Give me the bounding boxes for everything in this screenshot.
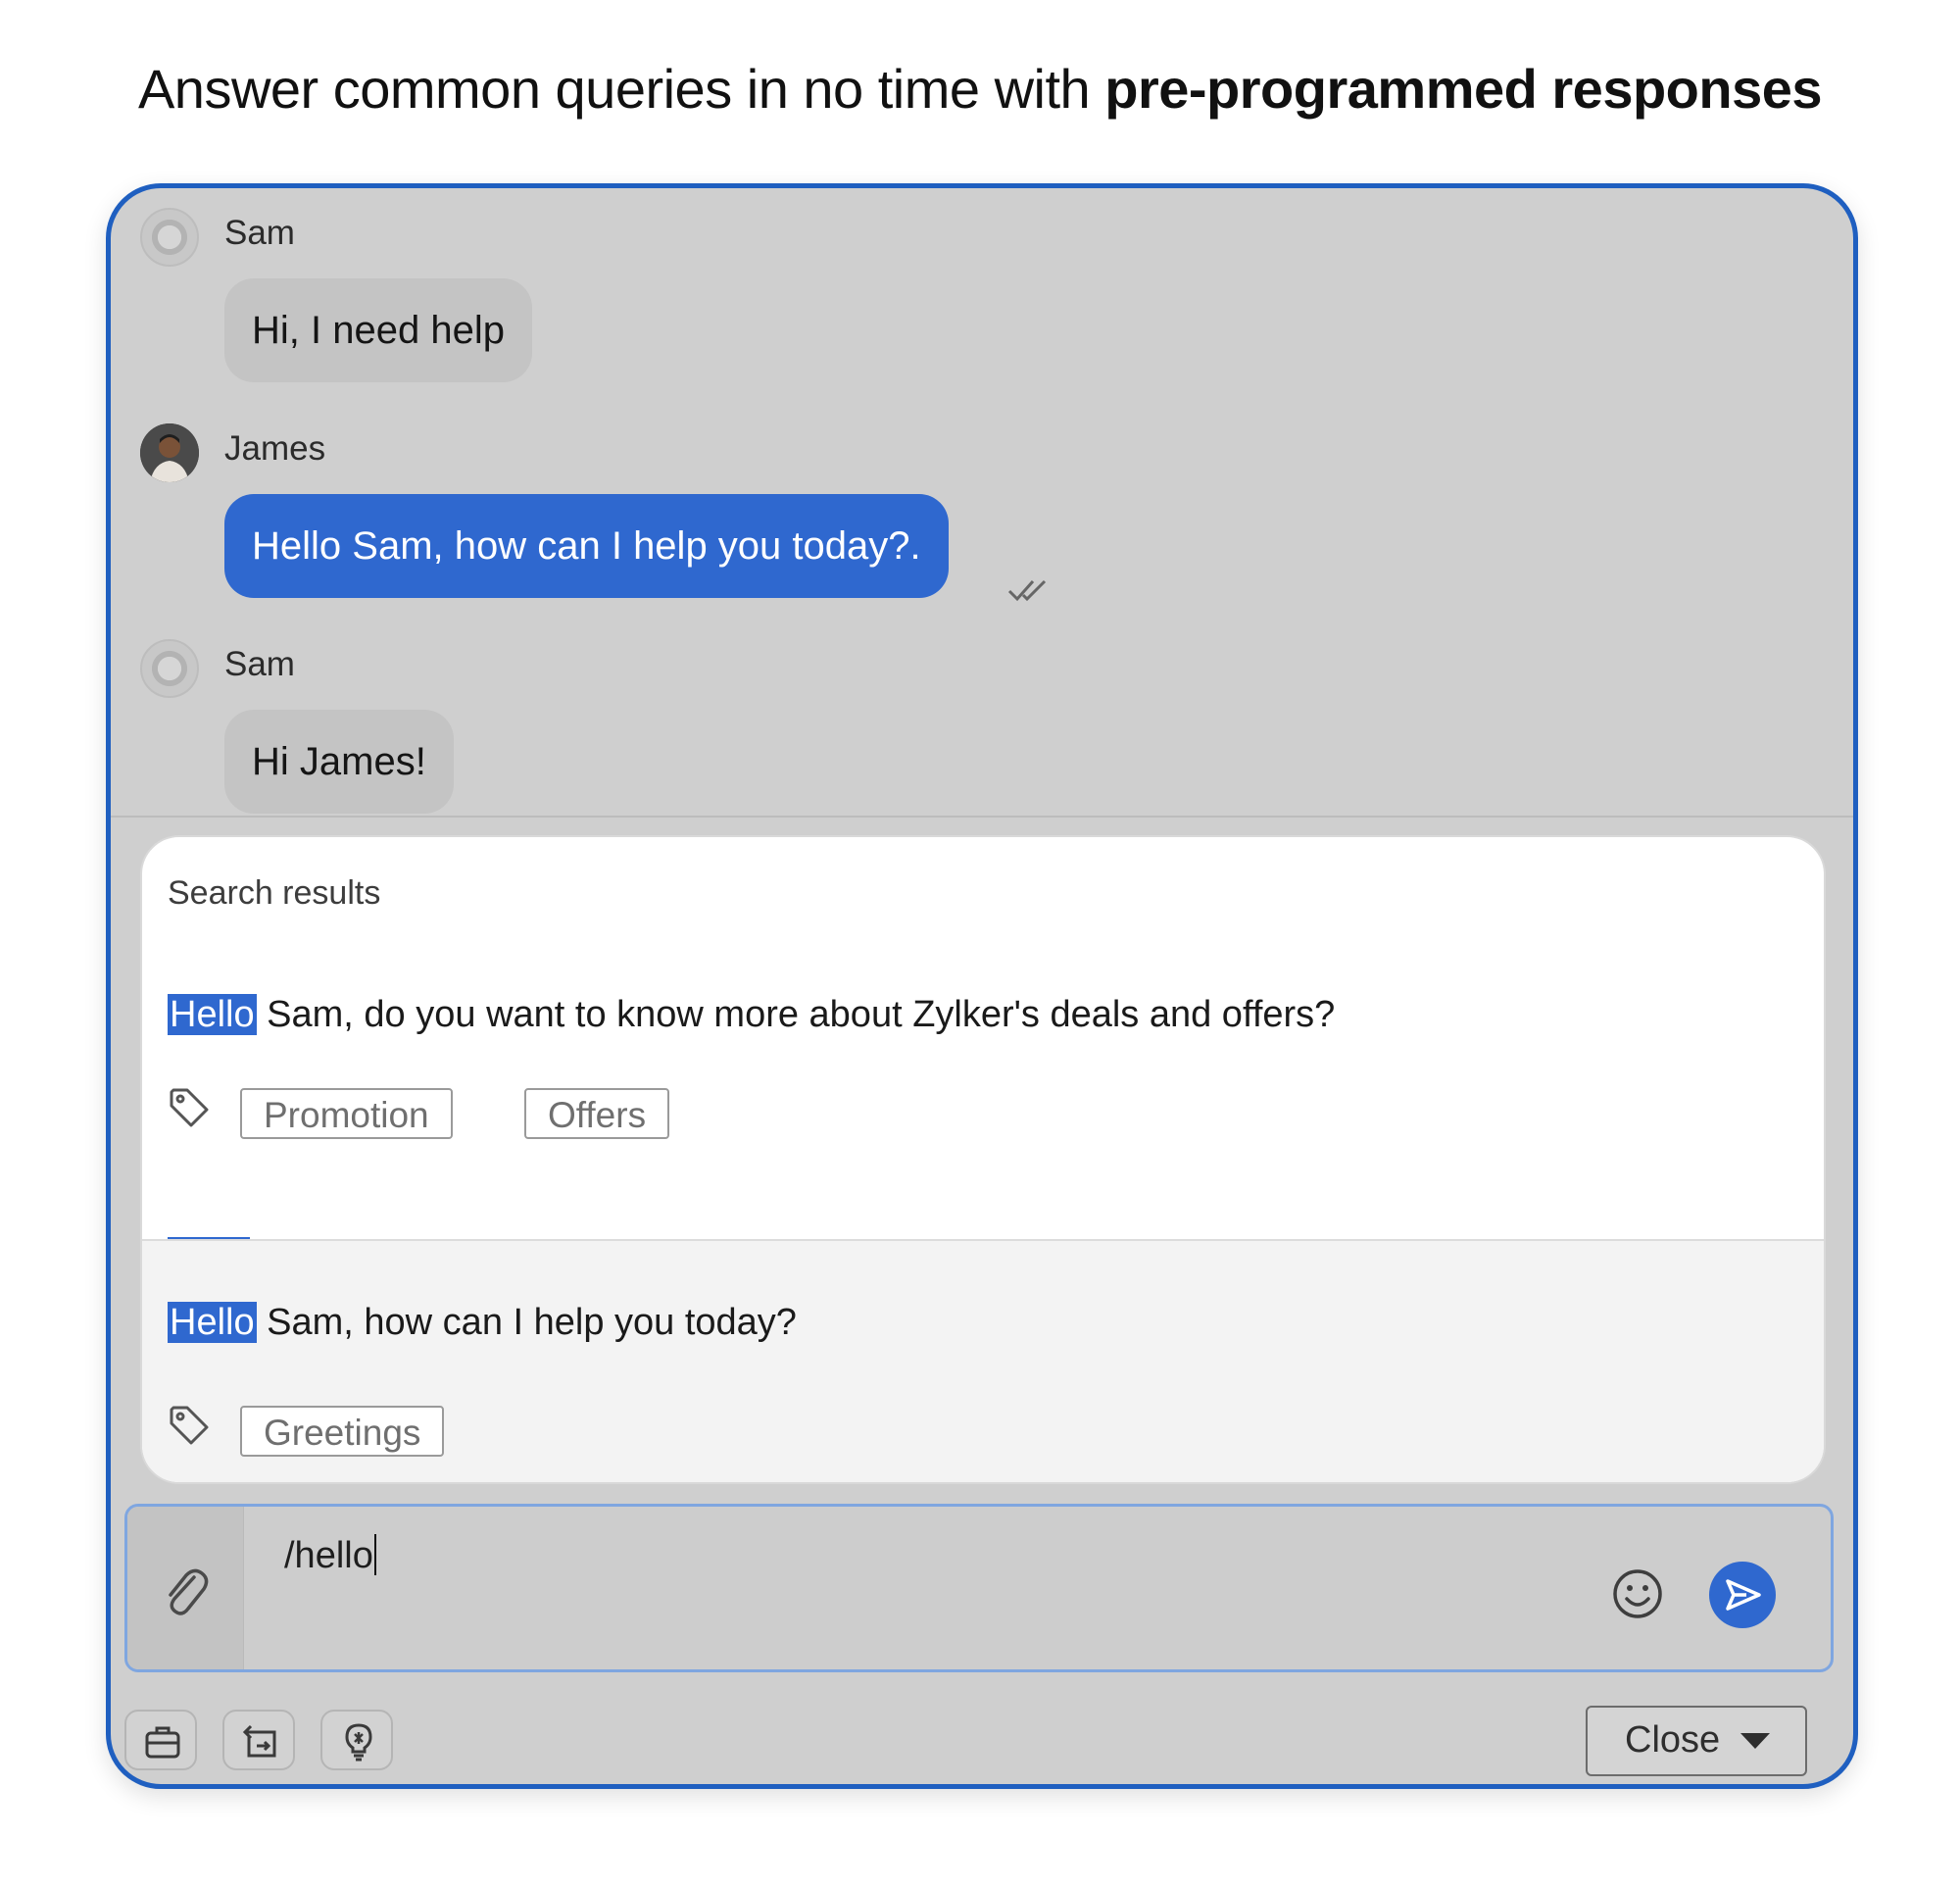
result-rest: Sam, how can I help you today? [256, 1302, 797, 1343]
transfer-icon [242, 1724, 276, 1758]
sender-name: Sam [224, 214, 295, 252]
send-icon [1726, 1579, 1761, 1611]
result-text: Hello Sam, do you want to know more abou… [168, 994, 1335, 1036]
close-label: Close [1625, 1719, 1721, 1761]
briefcase-icon [145, 1726, 180, 1759]
result-text: Hello Sam, how can I help you today? [168, 1302, 797, 1344]
send-button[interactable] [1709, 1562, 1776, 1628]
search-results-panel: Search results Hello Sam, do you want to… [140, 835, 1826, 1484]
transfer-button[interactable] [222, 1710, 295, 1770]
divider [111, 816, 1853, 818]
tag-icon [170, 1406, 209, 1445]
chevron-down-icon [1740, 1733, 1770, 1749]
message-composer: /hello [124, 1504, 1834, 1672]
message-bubble: Hi James! [224, 710, 454, 814]
sender-name: Sam [224, 645, 295, 683]
message-input[interactable]: /hello [284, 1534, 376, 1577]
paperclip-icon [169, 1568, 209, 1615]
attach-button[interactable] [127, 1507, 244, 1669]
search-result-item[interactable]: Hello Sam, do you want to know more abou… [142, 994, 1824, 1239]
double-check-icon [1007, 579, 1047, 602]
text-caret [373, 1534, 376, 1575]
headline-strong: pre-programmed responses [1104, 58, 1823, 120]
emoji-icon[interactable] [1611, 1567, 1664, 1620]
close-dropdown-button[interactable]: Close [1586, 1706, 1807, 1776]
match-highlight: Hello [168, 1302, 257, 1343]
suggestions-button[interactable] [320, 1710, 393, 1770]
result-rest: Sam, do you want to know more about Zylk… [256, 994, 1336, 1035]
sender-name: James [224, 429, 326, 468]
tag-promotion[interactable]: Promotion [240, 1088, 453, 1139]
avatar [140, 423, 199, 482]
tag-icon [170, 1088, 209, 1127]
message-bubble: Hi, I need help [224, 278, 532, 382]
message-bubble: Hello Sam, how can I help you today?. [224, 494, 949, 598]
page-headline: Answer common queries in no time with pr… [0, 57, 1960, 121]
chat-transcript: Sam Hi, I need help James Hello Sam, how… [111, 188, 1853, 816]
avatar [140, 639, 199, 698]
search-results-title: Search results [168, 874, 381, 912]
lightbulb-icon [345, 1723, 372, 1762]
tag-greetings[interactable]: Greetings [240, 1406, 445, 1457]
avatar [140, 208, 199, 267]
tag-offers[interactable]: Offers [524, 1088, 670, 1139]
chat-window: Sam Hi, I need help James Hello Sam, how… [106, 183, 1858, 1789]
search-result-item[interactable]: Hello Sam, how can I help you today? Gre… [142, 1239, 1824, 1482]
canned-responses-button[interactable] [124, 1710, 197, 1770]
message-input-value: /hello [284, 1535, 373, 1576]
headline-regular: Answer common queries in no time with [137, 58, 1105, 120]
match-highlight: Hello [168, 994, 257, 1035]
